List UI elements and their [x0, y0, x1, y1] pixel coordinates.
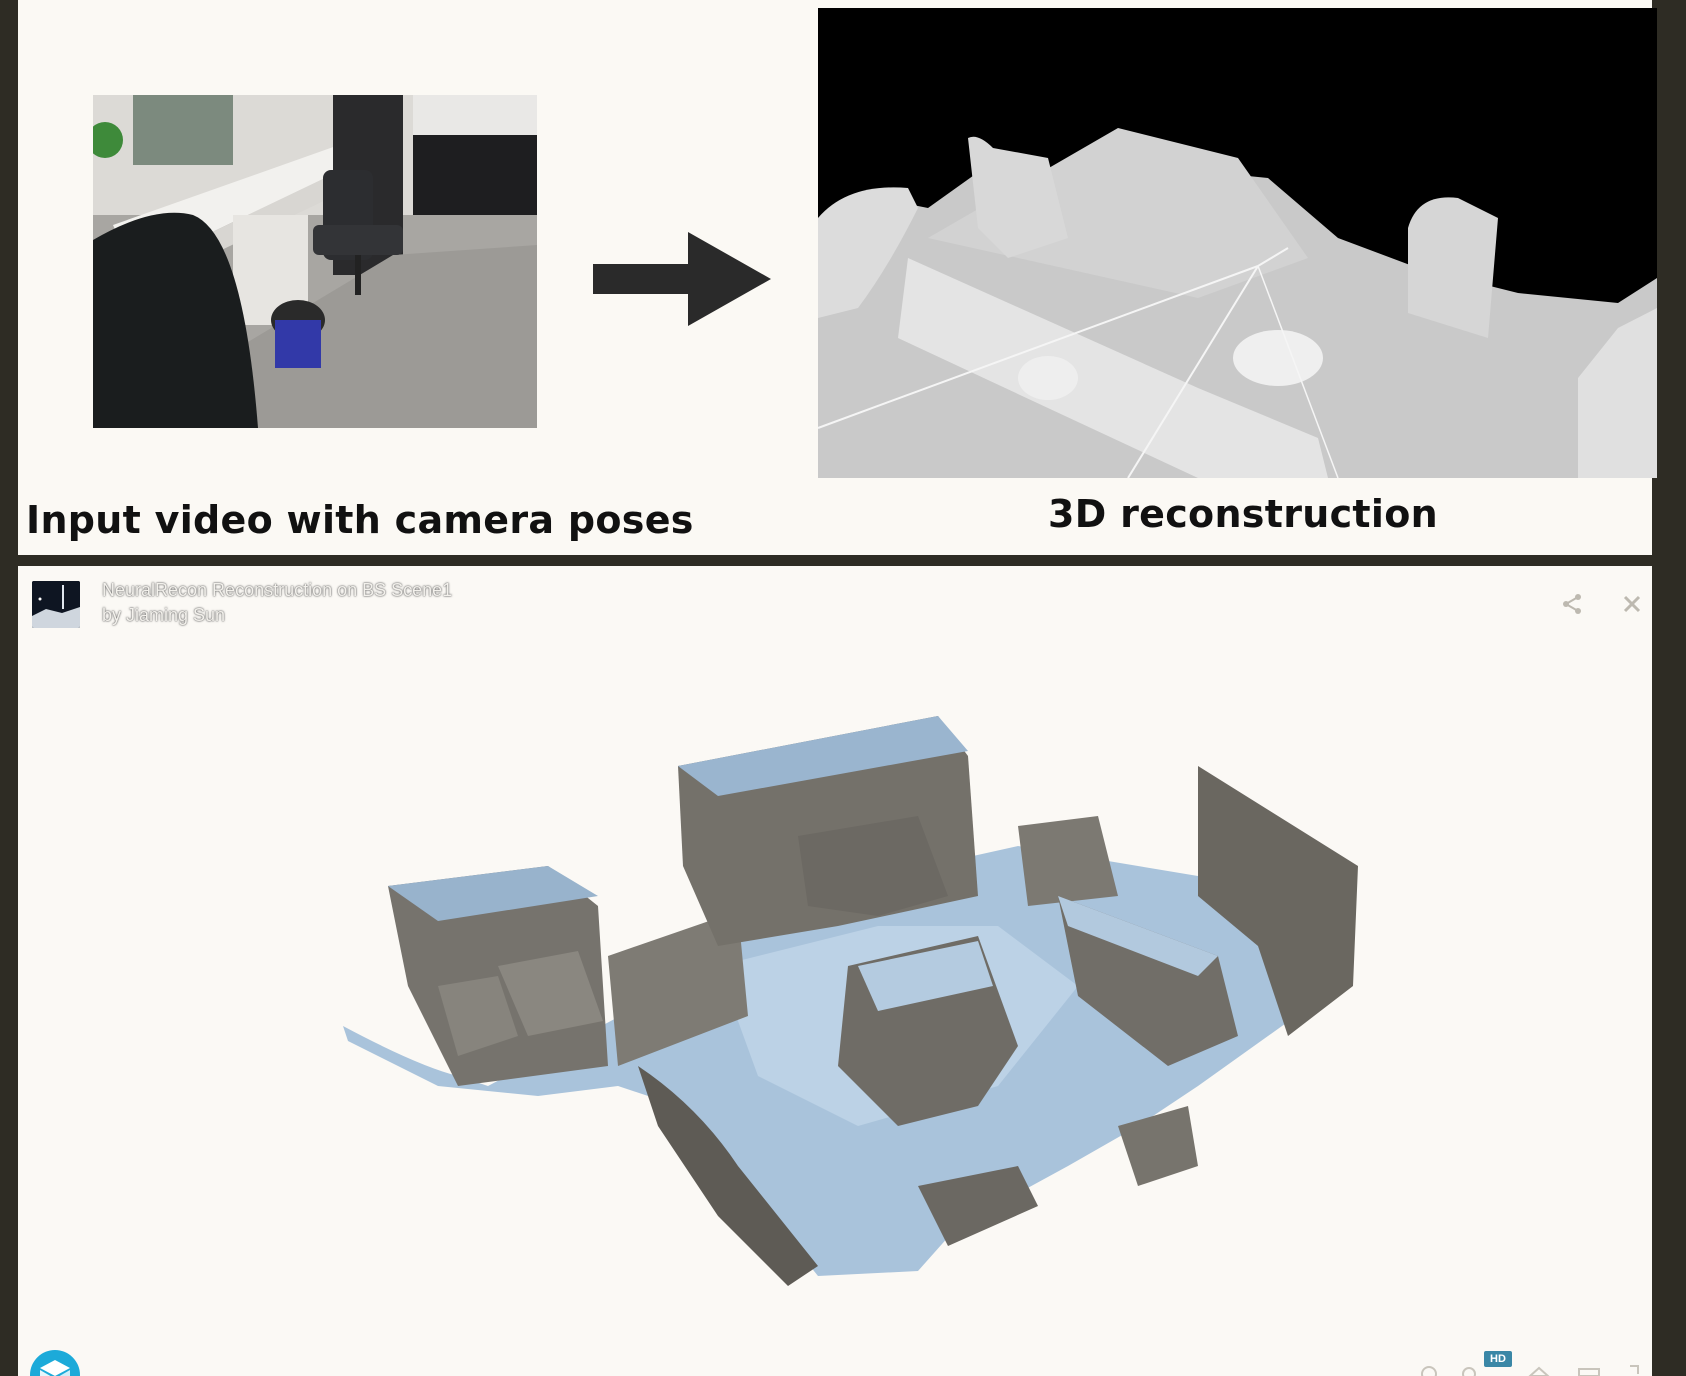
figure-panel: Input video with camera poses 3D reconst…	[18, 0, 1657, 555]
reconstruction-render	[818, 8, 1657, 478]
help-icon[interactable]	[1418, 1362, 1440, 1376]
fullscreen-icon[interactable]	[1618, 1362, 1640, 1376]
share-button[interactable]	[1558, 590, 1586, 618]
close-icon	[1623, 595, 1641, 613]
model-thumbnail[interactable]	[32, 581, 80, 628]
caption-3d-reconstruction: 3D reconstruction	[1048, 492, 1438, 536]
hd-badge[interactable]: HD	[1484, 1351, 1512, 1367]
caption-input-video: Input video with camera poses	[26, 498, 694, 542]
close-button[interactable]	[1618, 590, 1646, 618]
arrow-right-icon	[593, 232, 771, 326]
keyboard-icon[interactable]	[1578, 1362, 1600, 1376]
reconstructed-mesh-model[interactable]	[18, 566, 1652, 1376]
model-title-link[interactable]: NeuralRecon Reconstruction on BS Scene1	[102, 580, 452, 601]
model-thumbnail-image	[32, 581, 80, 628]
model-viewer[interactable]: NeuralRecon Reconstruction on BS Scene1 …	[18, 566, 1652, 1376]
input-video-image	[93, 95, 537, 428]
logo-cube-icon	[40, 1360, 70, 1376]
viewer-canvas[interactable]	[18, 566, 1652, 1376]
settings-icon[interactable]	[1458, 1362, 1480, 1376]
input-video-frame	[93, 95, 537, 428]
author-link[interactable]: Jiaming Sun	[126, 605, 225, 625]
author-prefix: by	[102, 605, 122, 625]
model-author: by Jiaming Sun	[102, 605, 225, 626]
reconstruction-mesh-image	[818, 8, 1657, 478]
sketchfab-logo-icon[interactable]	[30, 1350, 80, 1376]
vr-icon[interactable]	[1528, 1362, 1550, 1376]
share-icon	[1563, 594, 1581, 614]
